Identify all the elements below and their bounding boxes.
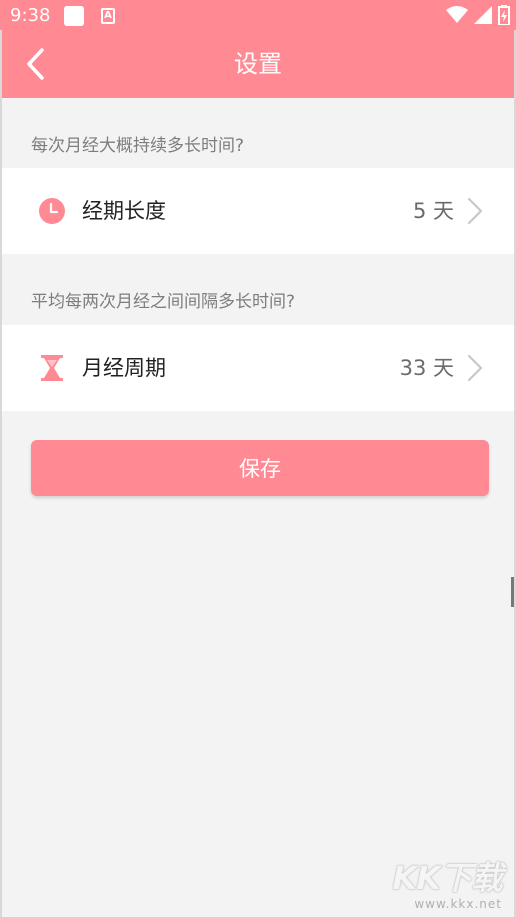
row-period-length[interactable]: 经期长度 5 天 xyxy=(2,168,514,254)
page-title: 设置 xyxy=(234,50,282,78)
row-cycle-length[interactable]: 月经周期 33 天 xyxy=(2,325,514,411)
status-indicators xyxy=(446,5,510,25)
chevron-right-icon xyxy=(467,354,483,382)
watermark-url: www.kkx.net xyxy=(414,897,502,911)
scroll-indicator xyxy=(511,577,514,607)
clock-icon xyxy=(39,198,65,224)
wifi-icon xyxy=(446,6,468,23)
row-value: 5 天 xyxy=(412,199,454,223)
row-label: 月经周期 xyxy=(82,356,166,380)
chevron-right-icon xyxy=(467,197,483,225)
save-button[interactable]: 保存 xyxy=(31,440,489,496)
back-button[interactable] xyxy=(18,44,58,84)
section-question-period-length: 每次月经大概持续多长时间? xyxy=(31,136,245,156)
notification-square-icon xyxy=(64,6,84,26)
nav-bar: 设置 xyxy=(0,30,516,98)
signal-icon xyxy=(474,6,492,24)
section-question-cycle-length: 平均每两次月经之间间隔多长时间? xyxy=(31,292,296,312)
hourglass-icon xyxy=(41,355,63,381)
status-time: 9:38 xyxy=(10,5,51,26)
watermark-logo: KK下载 xyxy=(392,859,503,897)
status-bar: 9:38 A xyxy=(0,0,516,30)
row-value: 33 天 xyxy=(399,356,454,380)
app-notification-icon: A xyxy=(101,8,115,24)
battery-icon xyxy=(498,5,510,25)
chevron-left-icon xyxy=(27,48,44,80)
row-label: 经期长度 xyxy=(82,199,166,223)
frame-edge-left xyxy=(0,30,2,917)
watermark: KK下载 www.kkx.net xyxy=(392,853,503,911)
